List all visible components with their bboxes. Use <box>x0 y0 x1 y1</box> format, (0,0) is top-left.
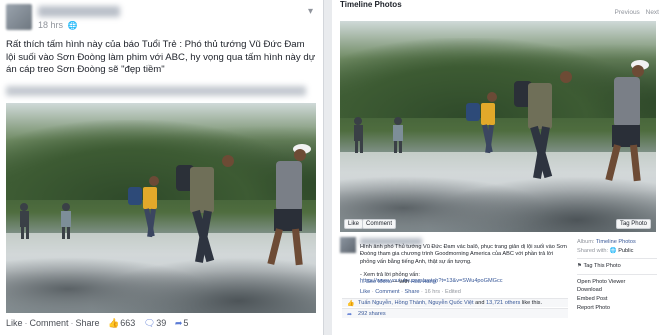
photo-meta-actions: Like · Comment · Share · 16 hrs · Edited <box>360 289 461 295</box>
globe-icon: 🌐 <box>67 21 78 30</box>
audience-value[interactable]: Public <box>618 248 633 254</box>
tag-this-photo-link[interactable]: Tag This Photo <box>583 263 620 269</box>
photo-viewer: Timeline Photos Previous Next Like Comme… <box>332 0 665 335</box>
photo-like-button[interactable]: Like <box>344 219 364 229</box>
photo-description: Hình ảnh phó Thủ tướng Vũ Đức Đam vác ba… <box>360 244 567 265</box>
thumbs-up-icon: 👍 <box>347 301 355 307</box>
share-link[interactable]: Share <box>405 289 420 295</box>
comment-link[interactable]: Comment <box>30 318 69 328</box>
avatar[interactable] <box>6 4 32 30</box>
hikers-illustration <box>354 60 649 182</box>
share-icon: ➦ <box>174 318 183 328</box>
avatar[interactable] <box>340 237 356 253</box>
edited-label[interactable]: Edited <box>445 289 461 295</box>
like-link[interactable]: Like <box>6 318 23 328</box>
tagged-person-link[interactable]: Hoa Hang. <box>411 279 438 285</box>
report-photo-link[interactable]: Report Photo <box>577 304 665 313</box>
comment-icon: 🗨 <box>143 318 156 328</box>
post-photo[interactable] <box>6 103 316 313</box>
likers-link[interactable]: Tuấn Nguyễn, Hồng Thành, Nguyễn Quốc Việ… <box>358 300 474 306</box>
tag-photo-button[interactable]: Tag Photo <box>615 219 651 229</box>
post-timestamp[interactable]: 18 hrs 🌐 <box>38 20 78 30</box>
like-link[interactable]: Like <box>360 289 370 295</box>
next-link[interactable]: Next <box>646 9 659 16</box>
others-link[interactable]: 13,721 others <box>486 300 520 306</box>
thumbs-up-icon: 👍 <box>108 318 120 328</box>
like-count[interactable]: 👍663 <box>108 318 135 328</box>
shares-link[interactable]: 292 shares <box>358 311 386 317</box>
hikers-illustration <box>20 144 311 266</box>
share-icon: ➦ <box>347 312 353 318</box>
likes-summary: 👍 Tuấn Nguyễn, Hồng Thành, Nguyễn Quốc V… <box>342 298 568 307</box>
viewer-nav: Previous Next <box>611 9 659 16</box>
viewer-photo[interactable] <box>340 21 656 232</box>
embed-post-link[interactable]: Embed Post <box>577 295 665 304</box>
photo-timestamp[interactable]: 16 hrs <box>424 289 440 295</box>
tag-icon: ⚑ <box>577 263 583 270</box>
see-more-link[interactable]: ... See More <box>360 279 390 285</box>
open-photo-viewer-link[interactable]: Open Photo Viewer <box>577 278 665 287</box>
chevron-down-icon[interactable]: ▾ <box>308 6 313 17</box>
post-actions: Like · Comment · Share 👍663 🗨39 ➦5 <box>6 318 189 328</box>
comment-link[interactable]: Comment <box>375 289 399 295</box>
album-link[interactable]: Timeline Photos <box>596 239 636 245</box>
globe-icon: 🌐 <box>609 247 617 254</box>
photo-sidebar: Album: Timeline Photos Shared with: 🌐 Pu… <box>577 238 665 312</box>
news-feed-post: 18 hrs 🌐 ▾ Rất thích tấm hình này của bá… <box>0 0 324 335</box>
viewer-title[interactable]: Timeline Photos <box>340 0 402 9</box>
post-text: Rất thích tấm hình này của báo Tuổi Trẻ … <box>6 39 316 76</box>
photo-comment-button[interactable]: Comment <box>362 219 397 229</box>
comment-count[interactable]: 🗨39 <box>144 318 166 328</box>
blurred-text <box>6 86 306 96</box>
shares-summary: ➦ 292 shares <box>342 308 568 318</box>
share-count[interactable]: ➦5 <box>175 318 189 328</box>
download-link[interactable]: Download <box>577 286 665 295</box>
author-name-blurred[interactable] <box>38 6 120 17</box>
post-time-text[interactable]: 18 hrs <box>38 20 63 30</box>
see-more-line: ... See More — with Hoa Hang. <box>360 279 438 285</box>
previous-link[interactable]: Previous <box>615 9 640 16</box>
share-link[interactable]: Share <box>76 318 100 328</box>
